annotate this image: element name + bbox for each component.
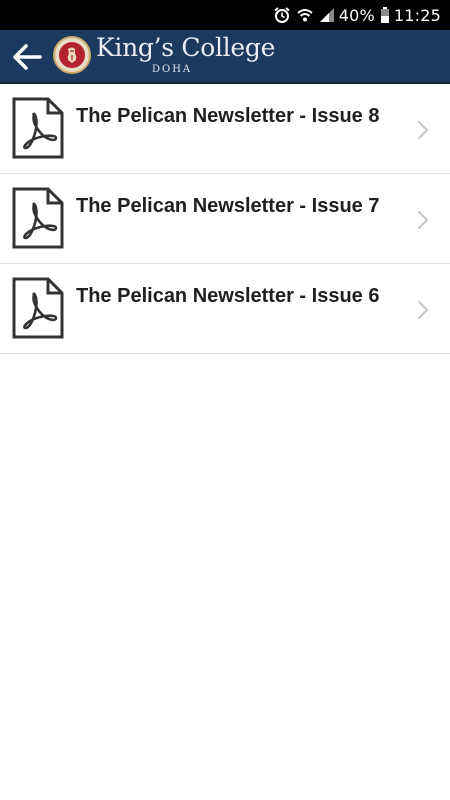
pdf-file-icon — [12, 187, 64, 249]
back-arrow-icon — [13, 44, 42, 70]
status-bar: 40% 11:25 — [0, 0, 450, 30]
chevron-right-icon — [417, 300, 429, 320]
school-crest-logo — [53, 36, 91, 74]
wifi-icon — [296, 6, 314, 24]
pdf-file-icon — [12, 97, 64, 159]
document-title: The Pelican Newsletter - Issue 6 — [76, 285, 380, 307]
list-item[interactable]: The Pelican Newsletter - Issue 7 — [0, 174, 450, 264]
back-button[interactable] — [9, 40, 45, 74]
chevron-right-icon — [417, 120, 429, 140]
pdf-file-icon — [12, 277, 64, 339]
brand-subtitle: DOHA — [152, 64, 193, 75]
document-title: The Pelican Newsletter - Issue 8 — [76, 105, 380, 127]
battery-icon — [380, 6, 390, 24]
battery-percent: 40% — [338, 5, 375, 25]
app-header: King’s College DOHA — [0, 30, 450, 84]
clock: 11:25 — [393, 5, 441, 25]
signal-icon — [319, 7, 335, 23]
document-title: The Pelican Newsletter - Issue 7 — [76, 195, 380, 217]
alarm-icon — [273, 6, 291, 24]
brand-name: King’s College — [96, 33, 276, 62]
newsletter-list: The Pelican Newsletter - Issue 8 The Pel… — [0, 84, 450, 354]
list-item[interactable]: The Pelican Newsletter - Issue 8 — [0, 84, 450, 174]
list-item[interactable]: The Pelican Newsletter - Issue 6 — [0, 264, 450, 354]
chevron-right-icon — [417, 210, 429, 230]
